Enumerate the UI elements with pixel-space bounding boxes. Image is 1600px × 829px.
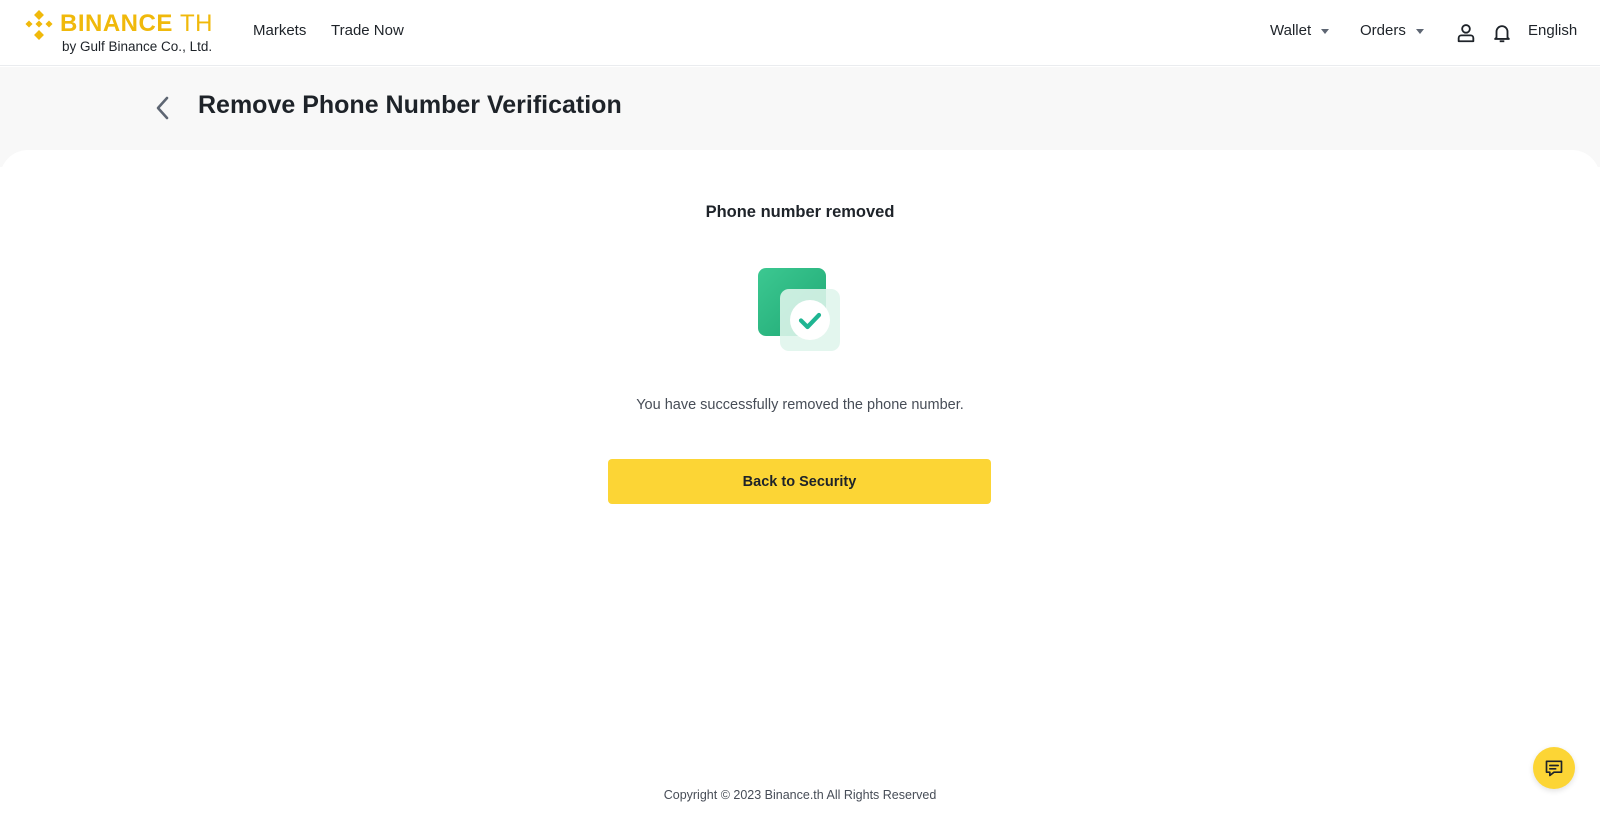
binance-logo-icon xyxy=(25,10,53,40)
logo-subtitle: by Gulf Binance Co., Ltd. xyxy=(62,39,213,54)
chevron-left-icon[interactable] xyxy=(152,93,174,123)
chat-icon xyxy=(1545,760,1563,777)
top-header: BINANCE TH by Gulf Binance Co., Ltd. Mar… xyxy=(0,0,1600,66)
logo-suffix: TH xyxy=(180,10,214,37)
language-selector[interactable]: English xyxy=(1528,22,1577,39)
bell-icon[interactable] xyxy=(1489,20,1515,46)
logo[interactable]: BINANCE TH by Gulf Binance Co., Ltd. xyxy=(24,8,224,58)
footer-copyright: Copyright © 2023 Binance.th All Rights R… xyxy=(663,788,937,802)
caret-down-icon xyxy=(1321,29,1330,34)
nav-markets[interactable]: Markets xyxy=(253,22,306,39)
caret-down-icon xyxy=(1415,29,1424,34)
user-icon[interactable] xyxy=(1453,20,1479,46)
page-title: Remove Phone Number Verification xyxy=(198,91,622,119)
chat-button[interactable] xyxy=(1533,747,1575,789)
nav-trade-now[interactable]: Trade Now xyxy=(331,22,404,39)
result-message: You have successfully removed the phone … xyxy=(636,397,964,413)
success-check-icon xyxy=(758,268,840,351)
orders-dropdown[interactable]: Orders xyxy=(1360,22,1424,39)
wallet-label: Wallet xyxy=(1270,22,1312,39)
logo-text: BINANCE TH xyxy=(60,9,213,39)
logo-brand: BINANCE xyxy=(60,10,173,37)
orders-label: Orders xyxy=(1360,22,1406,39)
wallet-dropdown[interactable]: Wallet xyxy=(1270,22,1330,39)
result-heading: Phone number removed xyxy=(705,203,895,221)
back-to-security-button[interactable]: Back to Security xyxy=(608,459,991,504)
